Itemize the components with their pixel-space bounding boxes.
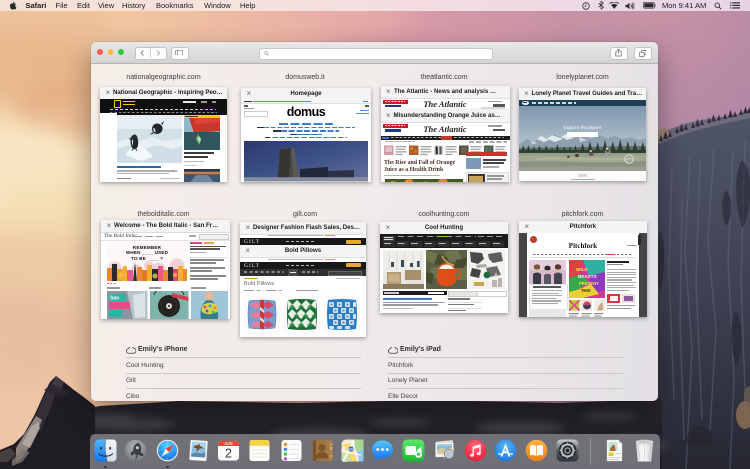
svg-text:280: 280 [348, 447, 354, 451]
svg-text:THIS: THIS [581, 288, 591, 293]
svg-text:JUN: JUN [225, 440, 233, 445]
svg-text:2: 2 [225, 446, 232, 460]
svg-text:WILD: WILD [576, 267, 588, 272]
svg-text:BEASTS: BEASTS [578, 274, 597, 279]
svg-text:PRESENT: PRESENT [579, 281, 599, 286]
svg-text:San: San [110, 295, 119, 301]
